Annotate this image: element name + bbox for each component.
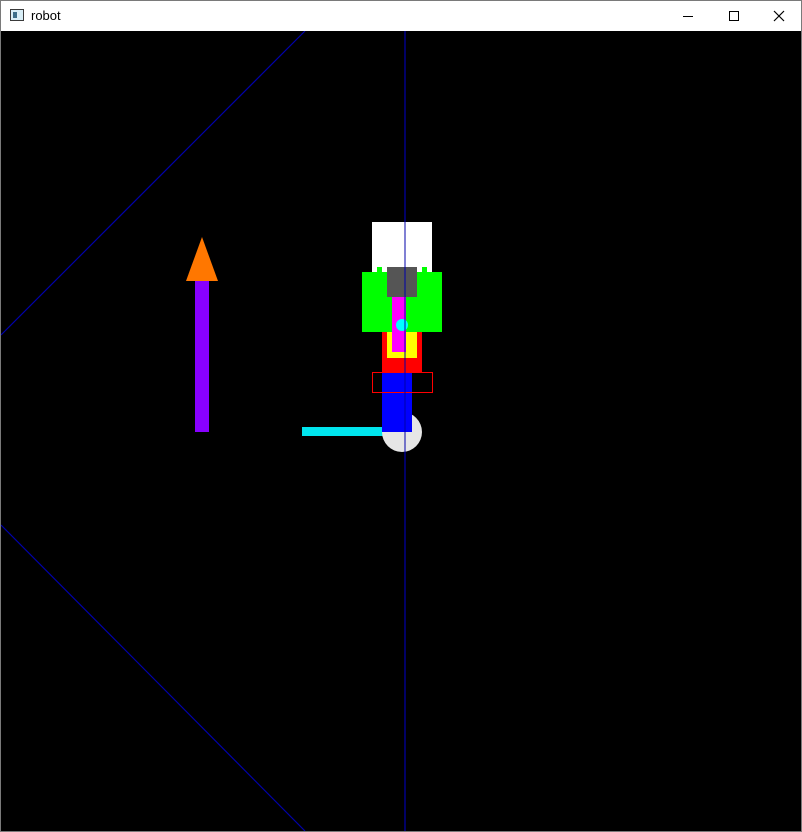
robot-neck xyxy=(387,267,417,297)
robot-arm xyxy=(302,427,384,436)
maximize-button[interactable] xyxy=(711,1,757,31)
app-window: robot xyxy=(0,0,802,832)
window-title: robot xyxy=(31,8,61,23)
robot-head-slot-right xyxy=(422,267,427,282)
minimize-button[interactable] xyxy=(665,1,711,31)
arrow-shaft xyxy=(195,281,209,432)
app-icon xyxy=(10,9,24,21)
close-button[interactable] xyxy=(756,1,802,31)
robot-head xyxy=(372,222,432,272)
title-bar[interactable]: robot xyxy=(1,1,801,31)
guide-line-upper-diagonal xyxy=(1,31,306,336)
arrow-head xyxy=(186,237,218,281)
scene-svg xyxy=(1,31,442,831)
robot-leg xyxy=(382,372,412,432)
render-canvas[interactable] xyxy=(1,31,801,831)
maximize-icon xyxy=(729,11,739,21)
guide-line-lower-diagonal xyxy=(1,524,306,831)
robot-joint xyxy=(396,319,408,331)
minimize-icon xyxy=(683,16,693,17)
robot-head-slot-left xyxy=(377,267,382,282)
close-icon xyxy=(773,10,785,22)
